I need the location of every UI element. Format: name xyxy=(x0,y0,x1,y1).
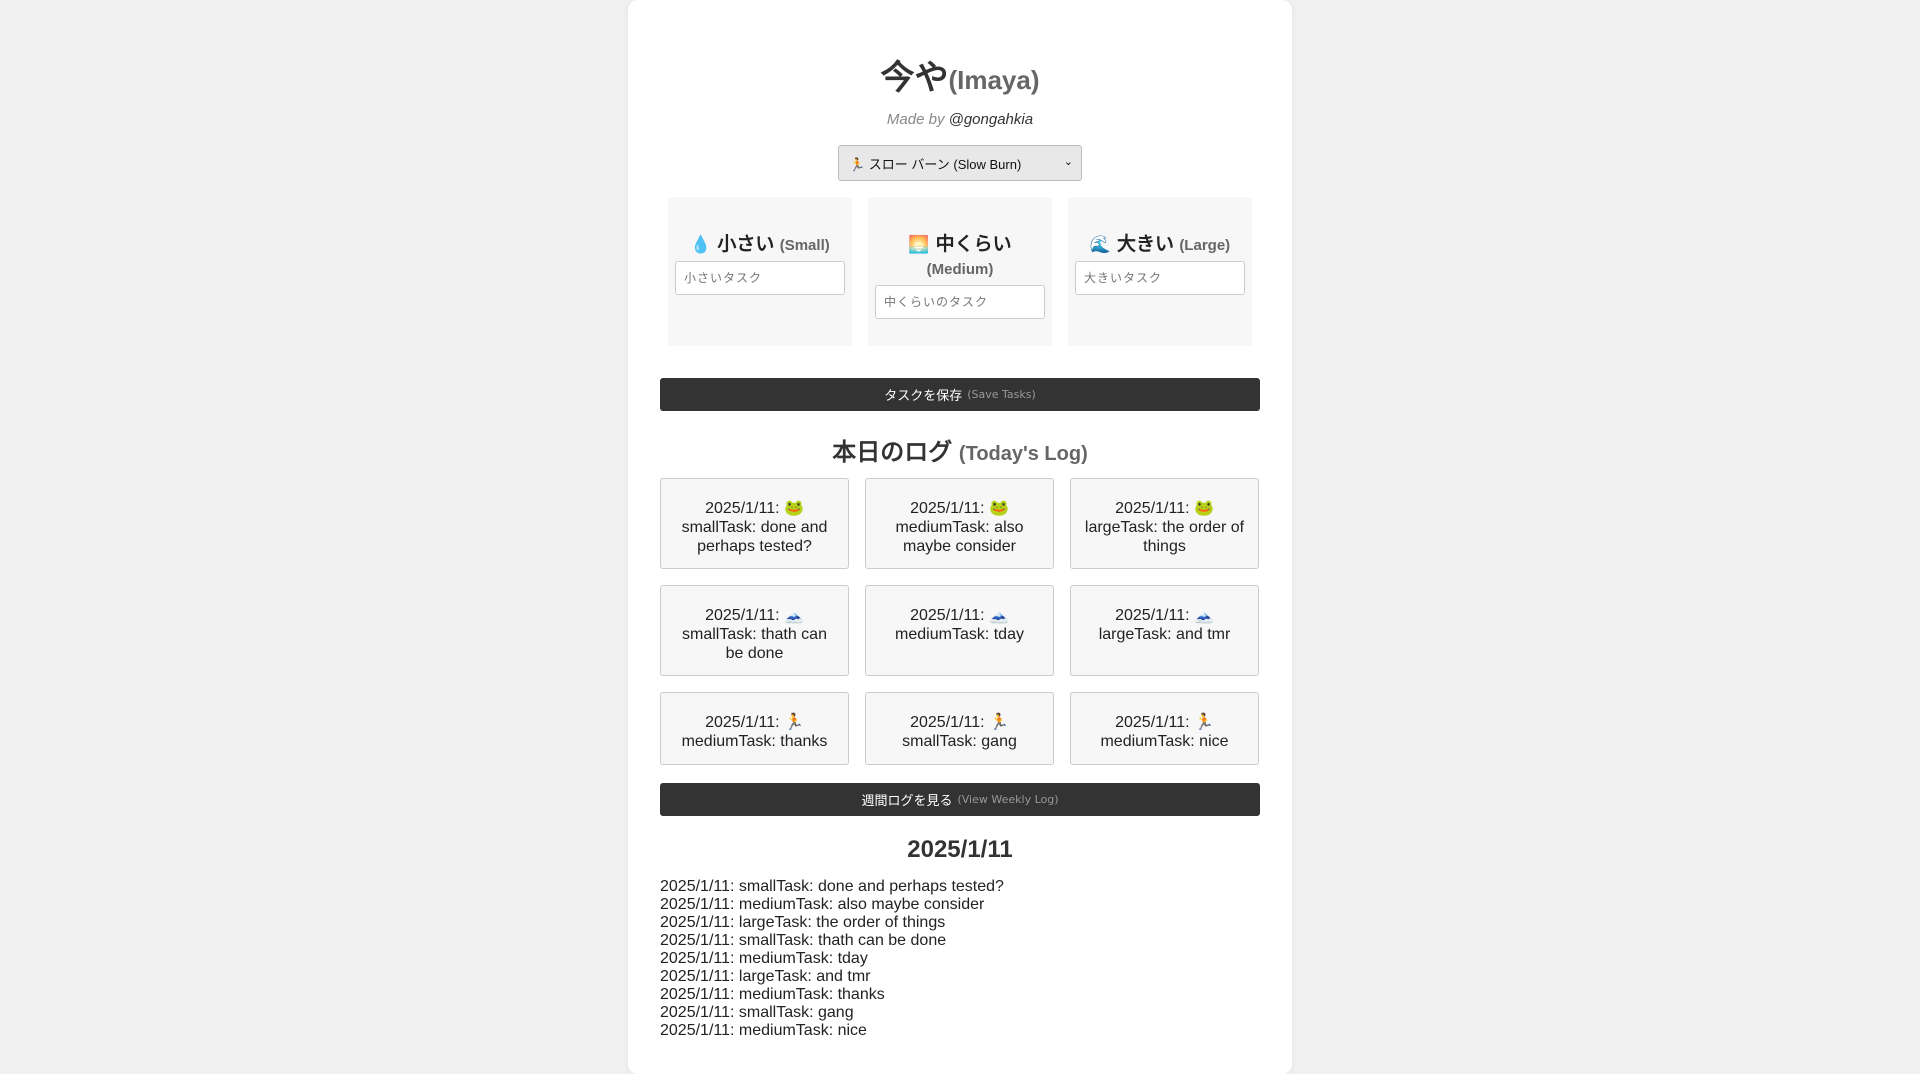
small-label: 小さい xyxy=(717,234,775,255)
large-task-input[interactable] xyxy=(1075,261,1245,295)
log-date: 2025/1/11: xyxy=(910,607,985,624)
weekly-date-heading: 2025/1/11 xyxy=(907,836,1013,863)
log-text: smallTask: thath can be done xyxy=(682,626,827,662)
log-date: 2025/1/11: xyxy=(705,607,780,624)
medium-task-box: 🌅 中くらい (Medium) xyxy=(868,197,1052,346)
log-text: mediumTask: tday xyxy=(895,626,1024,643)
log-date: 2025/1/11: xyxy=(1115,500,1190,517)
log-card: 2025/1/11: 🐸 mediumTask: also maybe consi… xyxy=(865,478,1054,569)
log-date: 2025/1/11: xyxy=(705,500,780,517)
medium-task-input[interactable] xyxy=(875,285,1045,319)
medium-label: 中くらい xyxy=(935,234,1012,255)
weekly-label-en: (View Weekly Log) xyxy=(957,793,1059,806)
frog-icon: 🐸 xyxy=(783,500,804,517)
title-jp: 今や xyxy=(880,59,949,97)
small-task-heading: 💧 小さい (Small) xyxy=(668,233,852,258)
small-label-en: (Small) xyxy=(779,237,830,254)
mode-selected-value: 🏃 スロー バーン (Slow Burn) xyxy=(849,156,1022,172)
runner-icon: 🏃 xyxy=(1193,714,1214,731)
save-label-en: (Save Tasks) xyxy=(967,388,1036,401)
weekly-log-list: 2025/1/11: smallTask: done and perhaps t… xyxy=(660,878,1260,1040)
log-text: mediumTask: nice xyxy=(1100,733,1229,750)
log-text: smallTask: gang xyxy=(902,733,1017,750)
log-date: 2025/1/11: xyxy=(1115,714,1190,731)
large-task-box: 🌊 大きい (Large) xyxy=(1068,197,1252,346)
medium-label-en: (Medium) xyxy=(926,261,994,278)
log-card: 2025/1/11: 🐸 smallTask: done and perhaps … xyxy=(660,478,849,569)
runner-icon: 🏃 xyxy=(988,714,1009,731)
large-task-heading: 🌊 大きい (Large) xyxy=(1068,233,1252,258)
today-log-title: 本日のログ xyxy=(832,439,953,466)
list-item: 2025/1/11: smallTask: done and perhaps t… xyxy=(660,878,1004,895)
log-date: 2025/1/11: xyxy=(1115,607,1190,624)
log-text: smallTask: done and perhaps tested? xyxy=(681,519,828,555)
made-by-label: Made by xyxy=(886,111,949,128)
mountain-icon: 🗻 xyxy=(988,607,1009,624)
large-label-en: (Large) xyxy=(1179,237,1231,254)
log-date: 2025/1/11: xyxy=(910,714,985,731)
log-text: largeTask: the order of things xyxy=(1084,519,1245,555)
log-card: 2025/1/11: 🏃 mediumTask: nice xyxy=(1070,692,1259,765)
list-item: 2025/1/11: mediumTask: also maybe consid… xyxy=(660,896,985,913)
view-weekly-log-button[interactable]: 週間ログを見る (View Weekly Log) xyxy=(660,783,1260,816)
log-text: largeTask: and tmr xyxy=(1098,626,1231,643)
author-link[interactable]: @gongahkia xyxy=(949,111,1033,128)
log-text: mediumTask: thanks xyxy=(681,733,828,750)
log-text: mediumTask: also maybe consider xyxy=(895,519,1024,555)
list-item: 2025/1/11: mediumTask: thanks xyxy=(660,986,885,1003)
wave-icon: 🌊 xyxy=(1089,235,1112,254)
today-log-grid: 2025/1/11: 🐸 smallTask: done and perhaps … xyxy=(660,478,1260,765)
page-title: 今や(Imaya) xyxy=(628,50,1292,99)
frog-icon: 🐸 xyxy=(1193,500,1214,517)
log-card: 2025/1/11: 🗻 smallTask: thath can be done xyxy=(660,585,849,676)
small-task-box: 💧 小さい (Small) xyxy=(668,197,852,346)
list-item: 2025/1/11: smallTask: gang xyxy=(660,1004,854,1021)
list-item: 2025/1/11: mediumTask: nice xyxy=(660,1022,867,1039)
log-card: 2025/1/11: 🏃 smallTask: gang xyxy=(865,692,1054,765)
today-log-title-en: (Today's Log) xyxy=(958,443,1088,465)
save-tasks-button[interactable]: タスクを保存 (Save Tasks) xyxy=(660,378,1260,411)
medium-task-heading: 🌅 中くらい (Medium) xyxy=(868,233,1052,282)
chevron-down-icon: ⌄ xyxy=(1063,156,1073,168)
log-date: 2025/1/11: xyxy=(910,500,985,517)
log-card: 2025/1/11: 🗻 mediumTask: tday xyxy=(865,585,1054,676)
runner-icon: 🏃 xyxy=(783,714,804,731)
log-card: 2025/1/11: 🗻 largeTask: and tmr xyxy=(1070,585,1259,676)
list-item: 2025/1/11: mediumTask: tday xyxy=(660,950,868,967)
log-card: 2025/1/11: 🐸 largeTask: the order of thin… xyxy=(1070,478,1259,569)
byline: Made by @gongahkia xyxy=(628,111,1292,128)
sunrise-icon: 🌅 xyxy=(908,235,930,254)
mountain-icon: 🗻 xyxy=(783,607,804,624)
droplet-icon: 💧 xyxy=(690,235,712,254)
log-card: 2025/1/11: 🏃 mediumTask: thanks xyxy=(660,692,849,765)
log-date: 2025/1/11: xyxy=(705,714,780,731)
small-task-input[interactable] xyxy=(675,261,845,295)
title-en: (Imaya) xyxy=(948,65,1040,95)
save-label: タスクを保存 xyxy=(884,389,963,404)
main-card: 今や(Imaya) Made by @gongahkia 🏃 スロー バーン (… xyxy=(628,0,1292,1074)
mountain-icon: 🗻 xyxy=(1193,607,1214,624)
frog-icon: 🐸 xyxy=(988,500,1009,517)
today-log-heading: 本日のログ (Today's Log) xyxy=(628,432,1292,467)
list-item: 2025/1/11: smallTask: thath can be done xyxy=(660,932,947,949)
large-label: 大きい xyxy=(1117,234,1175,255)
list-item: 2025/1/11: largeTask: and tmr xyxy=(660,968,871,985)
mode-select[interactable]: 🏃 スロー バーン (Slow Burn) ⌄ xyxy=(838,145,1082,181)
list-item: 2025/1/11: largeTask: the order of thing… xyxy=(660,914,946,931)
weekly-label: 週間ログを見る xyxy=(861,794,953,809)
